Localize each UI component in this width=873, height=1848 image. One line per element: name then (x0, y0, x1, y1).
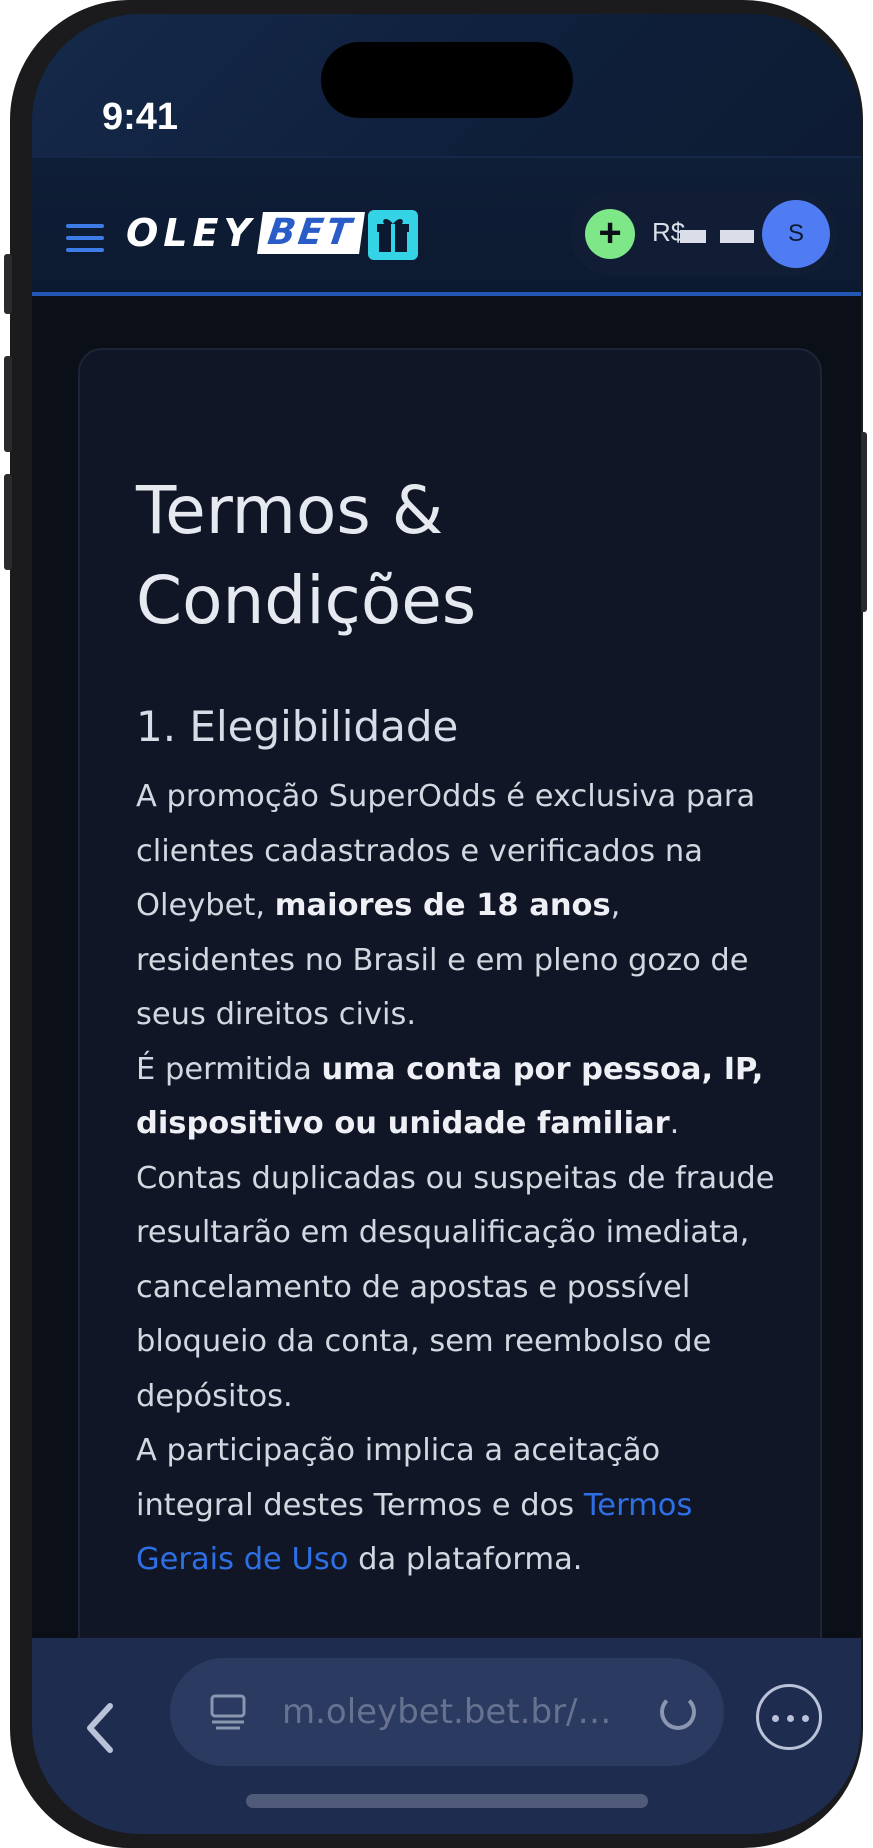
reload-icon[interactable] (660, 1694, 696, 1730)
url-text[interactable]: m.oleybet.bet.br/… (282, 1692, 612, 1732)
paragraph-eligibility: A promoção SuperOdds é exclusiva para cl… (136, 779, 756, 1032)
volume-down-button (4, 474, 12, 570)
mute-switch (4, 254, 12, 314)
app-header: OLEY BET + R$ S (32, 156, 861, 296)
status-bar: 9:41 (32, 14, 861, 156)
home-indicator (246, 1794, 648, 1808)
avatar[interactable]: S (762, 200, 830, 268)
status-time: 9:41 (102, 96, 179, 138)
page-title: Termos & Condições (136, 472, 477, 639)
section-body: A promoção SuperOdds é exclusiva para cl… (136, 770, 786, 1588)
address-bar[interactable]: m.oleybet.bet.br/… (170, 1658, 724, 1766)
browser-toolbar: m.oleybet.bet.br/… (32, 1638, 861, 1834)
tabs-icon[interactable] (208, 1692, 248, 1732)
balance-hidden-mask (680, 230, 706, 243)
dynamic-island (321, 42, 573, 118)
balance-hidden-mask (720, 230, 754, 243)
balance-widget[interactable]: + R$ S (570, 192, 838, 276)
gift-icon[interactable] (368, 210, 418, 260)
terms-card: Termos & Condições 1. Elegibilidade A pr… (78, 348, 822, 1834)
screen: 9:41 OLEY BET + R$ S Termos & Condições … (32, 14, 861, 1834)
logo-text-oley: OLEY (126, 211, 256, 255)
logo-text-bet: BET (257, 212, 365, 254)
oleybet-logo[interactable]: OLEY BET (126, 210, 365, 256)
paragraph-acceptance: A participação implica a aceitação integ… (136, 1433, 693, 1577)
paragraph-one-account: É permitida uma conta por pessoa, IP, di… (136, 1051, 775, 1414)
more-icon[interactable] (756, 1684, 822, 1750)
menu-icon[interactable] (66, 224, 104, 252)
page-content: Termos & Condições 1. Elegibilidade A pr… (32, 296, 861, 1834)
back-icon[interactable] (80, 1698, 120, 1758)
phone-frame: 9:41 OLEY BET + R$ S Termos & Condições … (4, 0, 867, 1848)
plus-icon[interactable]: + (585, 209, 635, 259)
volume-up-button (4, 356, 12, 452)
section-heading: 1. Elegibilidade (136, 702, 459, 751)
